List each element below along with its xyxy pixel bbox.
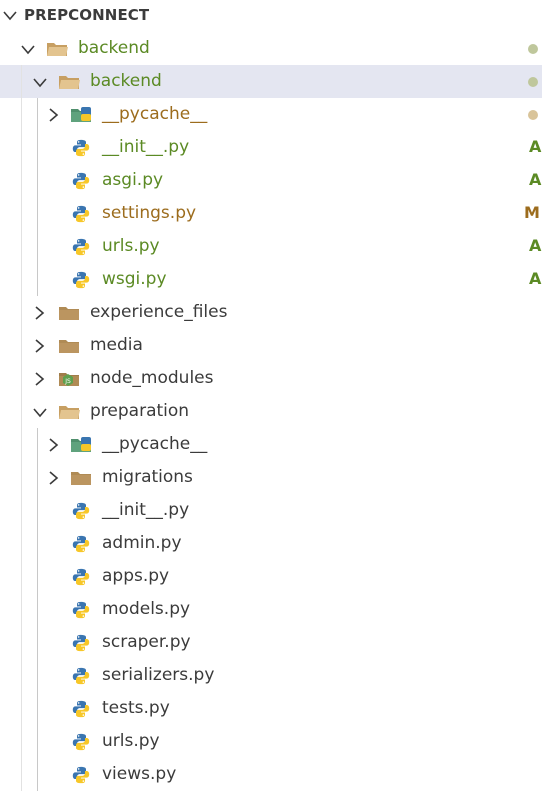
tree-item-label: backend [78, 38, 150, 58]
tree-item[interactable]: models.py [0, 593, 542, 626]
chevron-down-icon [3, 11, 17, 21]
tree-item-label: asgi.py [102, 170, 164, 190]
git-status-dot [528, 77, 538, 87]
chevron-right-icon[interactable] [32, 305, 46, 325]
node-modules-folder-icon: JS [58, 369, 80, 389]
tree-item-label: admin.py [102, 533, 182, 553]
folder-open-icon [46, 39, 68, 59]
tree-item[interactable]: migrations [0, 461, 542, 494]
tree-item[interactable]: __init__.py [0, 494, 542, 527]
tree-item-label: __init__.py [102, 137, 190, 157]
python-file-icon [70, 204, 92, 224]
tree-item[interactable]: backend [0, 32, 542, 65]
svg-text:JS: JS [64, 378, 71, 385]
tree-item[interactable]: urls.py [0, 725, 542, 758]
git-status-badge: A [529, 236, 542, 255]
indent-guide [37, 428, 38, 791]
tree-item[interactable]: apps.py [0, 560, 542, 593]
folder-open-icon [58, 72, 80, 92]
tree-item-label: urls.py [102, 236, 160, 256]
tree-item-label: preparation [90, 401, 190, 421]
python-file-icon [70, 534, 92, 554]
tree-item-label: __init__.py [102, 500, 190, 520]
git-status-badge: A [529, 170, 542, 189]
git-status-badge: M [524, 203, 540, 222]
git-status-badge: A [529, 269, 542, 288]
tree-item-label: settings.py [102, 203, 197, 223]
chevron-right-icon[interactable] [46, 107, 60, 127]
tree-item[interactable]: preparation [0, 395, 542, 428]
tree-item[interactable]: experience_files [0, 296, 542, 329]
tree-item[interactable]: __pycache__ [0, 428, 542, 461]
chevron-down-icon[interactable] [32, 75, 48, 94]
chevron-down-icon[interactable] [32, 405, 48, 424]
python-file-icon [70, 501, 92, 521]
python-file-icon [70, 732, 92, 752]
tree-item[interactable]: JS node_modules [0, 362, 542, 395]
python-file-icon [70, 138, 92, 158]
tree-item-label: __pycache__ [102, 434, 208, 454]
tree-item[interactable]: media [0, 329, 542, 362]
tree-item-label: experience_files [90, 302, 228, 322]
tree-item[interactable]: asgi.py A [0, 164, 542, 197]
tree-item[interactable]: wsgi.py A [0, 263, 542, 296]
python-file-icon [70, 765, 92, 785]
indent-guide [21, 65, 22, 791]
python-file-icon [70, 666, 92, 686]
explorer-title: PREPCONNECT [24, 6, 150, 24]
tree-item[interactable]: serializers.py [0, 659, 542, 692]
explorer-section-header[interactable]: PREPCONNECT [0, 0, 542, 31]
tree-item-label: backend [90, 71, 162, 91]
tree-item[interactable]: settings.py M [0, 197, 542, 230]
git-status-dot [528, 44, 538, 54]
tree-item-label: __pycache__ [102, 104, 208, 124]
tree-item-label: apps.py [102, 566, 170, 586]
tree-item[interactable]: backend [0, 65, 542, 98]
pycache-folder-icon [70, 105, 92, 125]
chevron-right-icon[interactable] [32, 338, 46, 358]
python-file-icon [70, 567, 92, 587]
indent-guide [37, 98, 38, 296]
tree-item-label: models.py [102, 599, 191, 619]
tree-item[interactable]: scraper.py [0, 626, 542, 659]
folder-icon [58, 303, 80, 323]
tree-item[interactable]: views.py [0, 758, 542, 791]
python-file-icon [70, 237, 92, 257]
chevron-right-icon[interactable] [46, 437, 60, 457]
python-file-icon [70, 699, 92, 719]
folder-icon [70, 468, 92, 488]
tree-item[interactable]: __pycache__ [0, 98, 542, 131]
tree-item-label: scraper.py [102, 632, 191, 652]
tree-item-label: node_modules [90, 368, 214, 388]
folder-open-icon [58, 402, 80, 422]
tree-item-label: media [90, 335, 143, 355]
tree-item[interactable]: admin.py [0, 527, 542, 560]
chevron-down-icon[interactable] [20, 42, 36, 61]
tree-item-label: serializers.py [102, 665, 215, 685]
chevron-right-icon[interactable] [46, 470, 60, 490]
tree-item[interactable]: urls.py A [0, 230, 542, 263]
tree-item-label: views.py [102, 764, 177, 784]
tree-item-label: urls.py [102, 731, 160, 751]
folder-icon [58, 336, 80, 356]
git-status-badge: A [529, 137, 542, 156]
chevron-right-icon[interactable] [32, 371, 46, 391]
tree-item[interactable]: __init__.py A [0, 131, 542, 164]
python-file-icon [70, 270, 92, 290]
tree-item-label: migrations [102, 467, 193, 487]
tree-item-label: tests.py [102, 698, 170, 718]
git-status-dot [528, 110, 538, 120]
tree-item[interactable]: tests.py [0, 692, 542, 725]
pycache-folder-icon [70, 435, 92, 455]
tree-item-label: wsgi.py [102, 269, 167, 289]
python-file-icon [70, 633, 92, 653]
python-file-icon [70, 171, 92, 191]
python-file-icon [70, 600, 92, 620]
